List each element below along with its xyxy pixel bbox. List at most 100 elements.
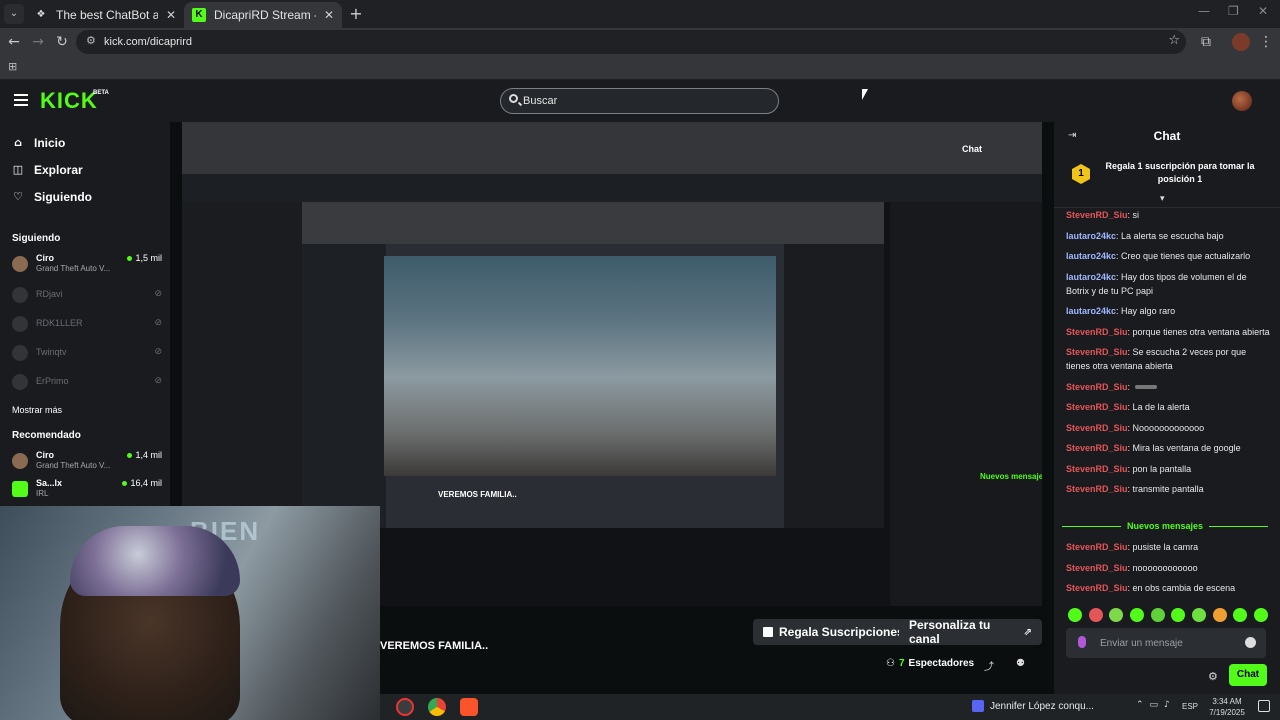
obs-icon[interactable] <box>396 698 414 716</box>
chat-username[interactable]: StevenRD_Siu <box>1066 542 1128 552</box>
follow-user-icon[interactable]: ⚉ <box>1016 658 1025 669</box>
channel-avatar <box>12 345 28 361</box>
back-icon[interactable]: ← <box>4 32 24 52</box>
clock-time: 3:34 AM <box>1212 697 1242 706</box>
extensions-icon[interactable]: ⧉ <box>1196 32 1216 52</box>
site-settings-icon[interactable]: ⚙ <box>86 34 96 47</box>
chat-message-text: transmite pantalla <box>1132 484 1204 494</box>
offline-icon: ⊘ <box>154 376 162 386</box>
reload-icon[interactable]: ↻ <box>52 32 72 52</box>
channel-avatar <box>12 374 28 390</box>
system-clock[interactable]: 3:34 AM 7/19/2025 <box>1200 696 1254 718</box>
browser-tab-chatbot[interactable]: ❖ The best ChatBot and Widgets ✕ <box>26 2 184 28</box>
channel-item[interactable]: Twinqtv ⊘ <box>12 342 162 364</box>
chat-username[interactable]: StevenRD_Siu <box>1066 402 1128 412</box>
chat-username[interactable]: StevenRD_Siu <box>1066 583 1128 593</box>
heart-icon: ♡ <box>13 190 23 203</box>
channel-item[interactable]: Ciro Grand Theft Auto V... 1,5 mil <box>12 253 162 275</box>
browser-tab-kick[interactable]: K DicapriRD Stream - Watch Live ✕ <box>184 2 342 28</box>
emote-icon[interactable] <box>1109 608 1124 622</box>
chat-username[interactable]: StevenRD_Siu <box>1066 382 1128 392</box>
chat-username[interactable]: StevenRD_Siu <box>1066 210 1128 220</box>
emoji-picker-icon[interactable] <box>1245 637 1256 648</box>
channel-name: Twinqtv <box>36 347 67 357</box>
chat-message-text: en obs cambia de escena <box>1132 583 1236 593</box>
chat-settings-gear-icon[interactable]: ⚙ <box>1208 670 1218 683</box>
offline-icon: ⊘ <box>154 347 162 357</box>
language-indicator[interactable]: ESP <box>1182 702 1198 711</box>
channel-item[interactable]: Sa...lx IRL 16,4 mil <box>12 478 162 500</box>
external-link-icon: ⇗ <box>1023 626 1032 638</box>
channel-item[interactable]: RDjavi ⊘ <box>12 284 162 306</box>
kick-logo[interactable]: KICK <box>40 88 98 114</box>
emote-icon[interactable] <box>1191 608 1206 622</box>
emote-icon[interactable] <box>1088 608 1103 622</box>
share-icon[interactable]: ⤴ <box>984 658 994 673</box>
emote-icon[interactable] <box>1068 608 1082 622</box>
minimize-icon[interactable]: — <box>1198 4 1210 18</box>
channel-item[interactable]: RDK1LLER ⊘ <box>12 313 162 335</box>
chat-username[interactable]: StevenRD_Siu <box>1066 423 1128 433</box>
emote-icon[interactable] <box>1253 608 1268 622</box>
menu-hamburger-icon[interactable] <box>14 94 28 106</box>
browser-menu-icon[interactable]: ⋮ <box>1256 32 1276 52</box>
sidebar-item-siguiendo[interactable]: ♡ Siguiendo <box>12 190 92 204</box>
search-input[interactable]: Buscar <box>500 88 779 114</box>
maximize-icon[interactable]: ❐ <box>1228 4 1239 18</box>
sidebar-item-inicio[interactable]: ⌂ Inicio <box>12 136 65 150</box>
customize-channel-button[interactable]: Personaliza tu canal ⇗ <box>899 618 1042 646</box>
notification-icon[interactable] <box>1258 700 1270 712</box>
show-more-link[interactable]: Mostrar más <box>12 405 62 415</box>
nested-webcam-feed <box>384 256 776 476</box>
channel-name: Sa...lx <box>36 478 63 488</box>
offline-icon: ⊘ <box>154 289 162 299</box>
user-avatar[interactable] <box>1232 91 1252 111</box>
chat-username[interactable]: lautaro24kc <box>1066 251 1116 261</box>
forward-icon[interactable]: → <box>28 32 48 52</box>
chat-username[interactable]: StevenRD_Siu <box>1066 563 1128 573</box>
media-title: Jennifer López conqu... <box>990 700 1094 712</box>
tab-search-dropdown-icon[interactable]: ⌄ <box>4 4 24 24</box>
system-tray-icons[interactable]: ⌃▭♪ <box>1136 700 1176 710</box>
pinned-gift-banner[interactable]: 1 Regala 1 suscripción para tomar la pos… <box>1054 150 1280 208</box>
emote-icon[interactable] <box>1129 608 1144 622</box>
chat-username[interactable]: StevenRD_Siu <box>1066 327 1128 337</box>
close-window-icon[interactable]: ✕ <box>1258 4 1268 18</box>
emote-icon[interactable] <box>1150 608 1165 622</box>
emote-icon[interactable] <box>1212 608 1227 622</box>
sidebar-item-explorar[interactable]: ◫ Explorar <box>12 163 83 177</box>
chat-username[interactable]: lautaro24kc <box>1066 231 1116 241</box>
chat-username[interactable]: StevenRD_Siu <box>1066 484 1128 494</box>
live-dot-icon <box>127 255 133 261</box>
microphone-icon[interactable] <box>1078 636 1086 648</box>
brave-icon[interactable] <box>460 698 478 716</box>
chat-username[interactable]: lautaro24kc <box>1066 272 1116 282</box>
chat-message: lautaro24kc: Creo que tienes que actuali… <box>1066 251 1251 261</box>
chat-message-input[interactable]: Enviar un mensaje <box>1066 628 1266 658</box>
chat-message-text: noooooooooooo <box>1132 562 1198 573</box>
browser-profile-avatar[interactable] <box>1232 33 1250 51</box>
emote-bar <box>1068 608 1268 622</box>
apps-grid-icon[interactable]: ⊞ <box>8 61 20 73</box>
media-app-icon <box>972 700 984 712</box>
chat-username[interactable]: StevenRD_Siu <box>1066 347 1128 357</box>
channel-item[interactable]: ErPrimo ⊘ <box>12 371 162 393</box>
chat-username[interactable]: lautaro24kc <box>1066 306 1116 316</box>
emote-icon[interactable] <box>1233 608 1248 622</box>
chat-username[interactable]: StevenRD_Siu <box>1066 464 1128 474</box>
media-now-playing[interactable]: Jennifer López conqu... <box>972 700 1094 712</box>
chrome-icon[interactable] <box>428 698 446 716</box>
tab-close-icon[interactable]: ✕ <box>324 8 334 22</box>
search-placeholder: Buscar <box>523 95 558 107</box>
channel-item[interactable]: Ciro Grand Theft Auto V... 1,4 mil <box>12 450 162 472</box>
bookmark-star-icon[interactable]: ☆ <box>1168 33 1180 48</box>
address-input[interactable]: ⚙ kick.com/dicaprird ☆ <box>76 30 1186 54</box>
tab-close-icon[interactable]: ✕ <box>166 8 176 22</box>
chevron-down-icon[interactable]: ▾ <box>1160 194 1165 204</box>
chat-username[interactable]: StevenRD_Siu <box>1066 443 1128 453</box>
gift-subscriptions-button[interactable]: Regala Suscripciones <box>753 619 914 645</box>
new-tab-button[interactable]: + <box>346 4 366 24</box>
clock-date: 7/19/2025 <box>1209 708 1245 717</box>
emote-icon[interactable] <box>1171 608 1186 622</box>
send-chat-button[interactable]: Chat <box>1229 664 1267 686</box>
